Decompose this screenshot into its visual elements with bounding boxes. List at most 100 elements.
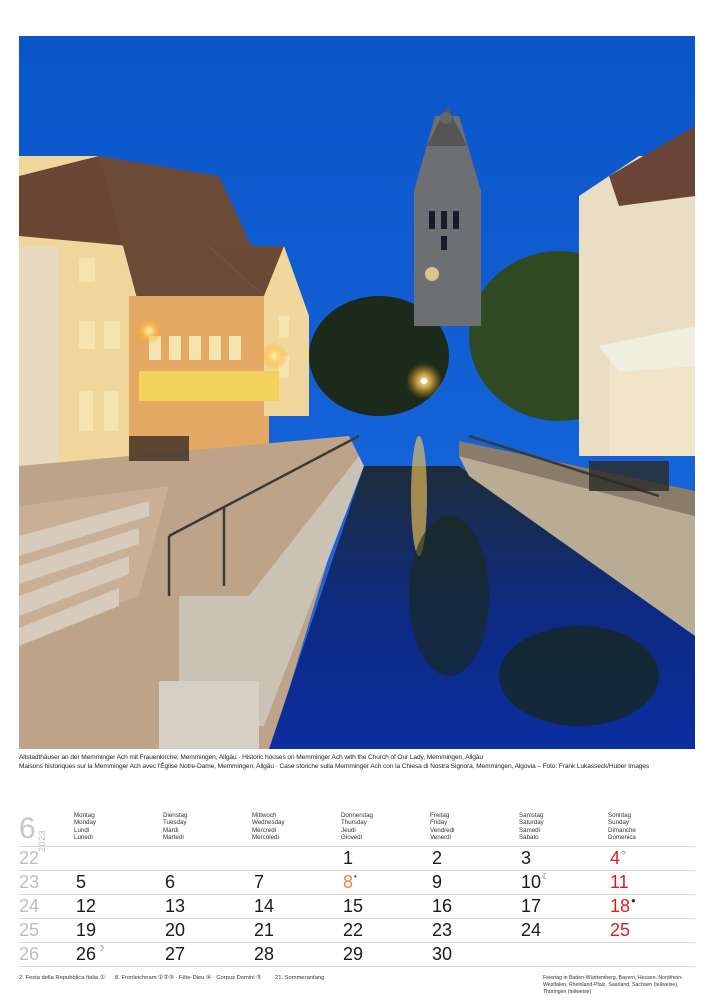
week-divider (19, 918, 695, 919)
day-cell: 2 (432, 848, 442, 869)
day-cell: 14 (254, 896, 274, 917)
weekday-fr: Mardi (163, 826, 179, 834)
day-cell: 10☾ (521, 872, 549, 893)
weekday-it: Martedì (163, 834, 184, 842)
week-number: 26 (19, 944, 40, 964)
day-cell: 13 (165, 896, 185, 917)
day-cell: 28 (254, 944, 274, 965)
week-number: 23 (19, 872, 40, 892)
day-number: 26 (76, 944, 97, 964)
day-cell: 8• (343, 872, 357, 893)
day-number: 18 (610, 896, 631, 916)
day-cell: 11 (610, 872, 629, 893)
weekday-it: Domenica (608, 834, 636, 842)
weekday-fr: Jeudi (341, 826, 356, 834)
weekday-header: Freitag Friday Vendredi Venerdì (430, 812, 454, 846)
weekday-header: Donnerstag Thursday Jeudi Giovedì (341, 812, 373, 846)
week-number: 25 (19, 920, 40, 940)
day-number: 4 (610, 848, 621, 868)
day-number: 14 (254, 896, 275, 916)
day-cell: 12 (76, 896, 96, 917)
day-number: 29 (343, 944, 364, 964)
weekday-de: Dienstag (163, 812, 188, 819)
day-cell: 7 (254, 872, 264, 893)
day-cell: 4○ (610, 848, 626, 869)
weekday-fr: Samedi (519, 826, 540, 834)
footnote-1: 2. Festa della Repubblica Italia ① (19, 975, 106, 981)
day-number: 11 (610, 872, 629, 892)
caption-line-2: Maisons historiques sur la Memminger Ach… (19, 763, 650, 770)
day-cell: 23 (432, 920, 452, 941)
weekday-fr: Dimanche (608, 826, 636, 834)
weekday-header: Sonntag Sunday Dimanche Domenica (608, 812, 636, 846)
weekday-en: Friday (430, 819, 448, 827)
day-number: 8 (343, 872, 354, 892)
day-number: 13 (165, 896, 186, 916)
weekday-de: Samstag (519, 812, 544, 819)
weekday-fr: Mercredi (252, 826, 277, 834)
day-cell: 26☽ (76, 944, 104, 965)
day-number: 15 (343, 896, 364, 916)
week-divider (19, 942, 695, 943)
day-number: 23 (432, 920, 453, 940)
day-number: 19 (76, 920, 97, 940)
day-cell: 25 (610, 920, 630, 941)
day-cell: 6 (165, 872, 175, 893)
day-number: 1 (343, 848, 354, 868)
weekday-it: Giovedì (341, 834, 363, 842)
day-cell: 18● (610, 896, 636, 917)
day-cell: 1 (343, 848, 353, 869)
day-number: 6 (165, 872, 176, 892)
day-cell: 17 (521, 896, 541, 917)
day-cell: 24 (521, 920, 541, 941)
day-cell: 15 (343, 896, 363, 917)
day-number: 5 (76, 872, 87, 892)
month-number: 6 (19, 812, 36, 845)
day-number: 25 (610, 920, 631, 940)
day-number: 20 (165, 920, 186, 940)
day-number: 12 (76, 896, 97, 916)
moon-phase-icon: ● (631, 896, 636, 905)
weekday-en: Thursday (341, 819, 367, 827)
day-cell: 27 (165, 944, 185, 965)
week-divider (19, 870, 695, 871)
day-number: 10 (521, 872, 542, 892)
weekday-en: Saturday (519, 819, 544, 827)
moon-phase-icon: ☽ (97, 944, 105, 953)
day-cell: 3 (521, 848, 531, 869)
day-cell: 21 (254, 920, 274, 941)
day-cell: 5 (76, 872, 86, 893)
weekday-it: Venerdì (430, 834, 452, 842)
weekday-de: Sonntag (608, 812, 632, 819)
moon-phase-icon: • (354, 872, 357, 881)
day-number: 2 (432, 848, 443, 868)
weekday-de: Montag (74, 812, 95, 819)
weekday-en: Sunday (608, 819, 629, 827)
day-number: 7 (254, 872, 265, 892)
day-number: 16 (432, 896, 453, 916)
day-number: 24 (521, 920, 542, 940)
day-number: 3 (521, 848, 532, 868)
caption-line-1: Altstadthäuser an der Memminger Ach mit … (19, 754, 483, 761)
day-number: 17 (521, 896, 542, 916)
day-number: 30 (432, 944, 453, 964)
moon-phase-icon: ☾ (542, 872, 550, 881)
weekday-header: Samstag Saturday Samedi Sabato (519, 812, 544, 846)
day-number: 28 (254, 944, 275, 964)
weekday-en: Wednesday (252, 819, 285, 827)
weekday-de: Mittwoch (252, 812, 277, 819)
photo-caption: Altstadthäuser an der Memminger Ach mit … (19, 753, 695, 771)
day-cell: 30 (432, 944, 452, 965)
footnote-holidays: Feiertag in Baden-Württemberg, Bayern, H… (543, 975, 683, 995)
day-cell: 29 (343, 944, 363, 965)
calendar-photo (19, 36, 695, 749)
weekday-it: Mercoledì (252, 834, 280, 842)
day-cell: 9 (432, 872, 442, 893)
weekday-fr: Vendredi (430, 826, 455, 834)
week-divider (19, 966, 695, 967)
day-number: 22 (343, 920, 364, 940)
weekday-en: Tuesday (163, 819, 187, 827)
weekday-de: Freitag (430, 812, 450, 819)
weekday-it: Sabato (519, 834, 539, 842)
moon-phase-icon: ○ (621, 848, 626, 857)
